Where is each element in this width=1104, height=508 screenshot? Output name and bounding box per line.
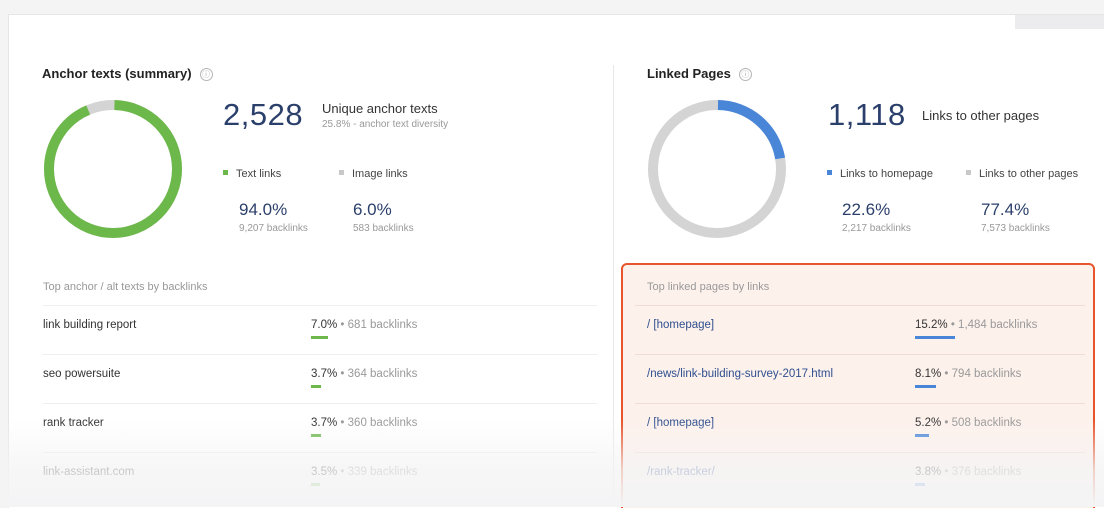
homepage-count: 2,217 backlinks [842, 223, 911, 234]
image-links-percent: 6.0% [353, 200, 392, 219]
anchor-title-text: Anchor texts (summary) [42, 66, 192, 81]
linked-section-title: Linked Pages ⓘ [647, 66, 752, 81]
anchor-row-bar [311, 434, 321, 437]
other-pages-backlinks-count: 7,573 backlinks [981, 223, 1050, 234]
separator-dot: • [340, 466, 345, 478]
separator-dot: • [340, 417, 345, 429]
linked-row-backlinks: 508 backlinks [951, 417, 1022, 429]
legend-dot-homepage [827, 170, 832, 175]
separator-dot: • [950, 319, 955, 331]
other-pages-percent: 77.4% [981, 200, 1030, 219]
separator-dot: • [944, 368, 949, 380]
legend-dot-image-links [339, 170, 344, 175]
anchor-donut-arc [44, 100, 182, 238]
text-links-percent: 94.0% [239, 200, 288, 219]
legend-dot-text-links [223, 170, 228, 175]
anchor-row-backlinks: 364 backlinks [347, 368, 418, 380]
anchor-row-percent: 3.5% [311, 466, 338, 478]
card-corner [1015, 15, 1104, 29]
anchor-row-percent: 3.7% [311, 368, 338, 380]
anchor-row-text: link building report [43, 319, 137, 331]
legend-text-links: Text links [223, 168, 281, 180]
anchor-row-text: rank tracker [43, 417, 104, 429]
anchor-row-backlinks: 681 backlinks [347, 319, 418, 331]
legend-image-links: Image links [339, 168, 408, 180]
row-divider [635, 354, 1085, 355]
image-links-count: 583 backlinks [353, 223, 414, 234]
anchor-row-text: link-assistant.com [43, 466, 135, 478]
linked-row-backlinks: 794 backlinks [951, 368, 1022, 380]
linked-row-link[interactable]: / [homepage] [647, 319, 714, 331]
legend-label-other-pages: Links to other pages [979, 168, 1079, 180]
dashboard-card: Anchor texts (summary) ⓘ 2,528 Unique anc… [8, 14, 1104, 508]
anchor-diversity-label: 25.8% - anchor text diversity [322, 119, 449, 130]
legend-label-text-links: Text links [236, 168, 282, 180]
anchor-row-percent: 3.7% [311, 417, 338, 429]
row-divider [635, 403, 1085, 404]
row-divider [43, 305, 597, 306]
legend-homepage: Links to homepage [827, 168, 933, 180]
row-divider [43, 354, 597, 355]
linked-row-percent: 5.2% [915, 417, 942, 429]
linked-donut-chart [648, 100, 786, 238]
anchor-section-title: Anchor texts (summary) ⓘ [42, 66, 213, 81]
other-pages-label: Links to other pages [922, 108, 1040, 123]
linked-row-value: 3.8% • 376 backlinks [915, 466, 1021, 478]
anchor-row-backlinks: 360 backlinks [347, 417, 418, 429]
row-divider [635, 452, 1085, 453]
anchor-row-text: seo powersuite [43, 368, 121, 380]
linked-row-percent: 3.8% [915, 466, 942, 478]
anchor-row-backlinks: 339 backlinks [347, 466, 418, 478]
other-pages-count: 1,118 [828, 97, 906, 132]
unique-anchor-label: Unique anchor texts [322, 101, 438, 116]
homepage-percent: 22.6% [842, 200, 891, 219]
linked-row-percent: 8.1% [915, 368, 942, 380]
anchor-row-value: 3.7% • 364 backlinks [311, 368, 417, 380]
separator-dot: • [340, 319, 345, 331]
unique-anchor-count: 2,528 [223, 97, 304, 132]
linked-row-bar [915, 385, 936, 388]
anchor-row-bar [311, 483, 320, 486]
linked-row-link[interactable]: /news/link-building-survey-2017.html [647, 368, 833, 380]
text-links-count: 9,207 backlinks [239, 223, 308, 234]
linked-row-value: 5.2% • 508 backlinks [915, 417, 1021, 429]
linked-row-link[interactable]: / [homepage] [647, 417, 714, 429]
separator-dot: • [340, 368, 345, 380]
linked-title-text: Linked Pages [647, 66, 731, 81]
row-divider [43, 452, 597, 453]
separator-dot: • [944, 466, 949, 478]
anchor-table-heading: Top anchor / alt texts by backlinks [43, 281, 208, 293]
legend-other-pages: Links to other pages [966, 168, 1078, 180]
anchor-row-bar [311, 385, 321, 388]
legend-dot-other-pages [966, 170, 971, 175]
linked-table-heading: Top linked pages by links [647, 281, 770, 293]
anchor-row-percent: 7.0% [311, 319, 338, 331]
linked-row-link[interactable]: /rank-tracker/ [647, 466, 715, 478]
legend-label-homepage: Links to homepage [840, 168, 933, 180]
row-divider [43, 403, 597, 404]
info-icon[interactable]: ⓘ [199, 68, 213, 81]
linked-row-bar [915, 434, 929, 437]
linked-row-value: 15.2% • 1,484 backlinks [915, 319, 1037, 331]
separator-dot: • [944, 417, 949, 429]
anchor-donut-chart [44, 100, 182, 238]
linked-row-backlinks: 1,484 backlinks [958, 319, 1038, 331]
anchor-row-value: 7.0% • 681 backlinks [311, 319, 417, 331]
linked-row-backlinks: 376 backlinks [951, 466, 1022, 478]
row-divider [635, 305, 1085, 306]
info-icon[interactable]: ⓘ [738, 68, 752, 81]
linked-row-percent: 15.2% [915, 319, 948, 331]
anchor-row-value: 3.5% • 339 backlinks [311, 466, 417, 478]
section-divider [613, 65, 614, 505]
linked-row-bar [915, 336, 955, 339]
anchor-row-bar [311, 336, 328, 339]
anchor-row-value: 3.7% • 360 backlinks [311, 417, 417, 429]
legend-label-image-links: Image links [352, 168, 408, 180]
linked-row-value: 8.1% • 794 backlinks [915, 368, 1021, 380]
linked-row-bar [915, 483, 925, 486]
